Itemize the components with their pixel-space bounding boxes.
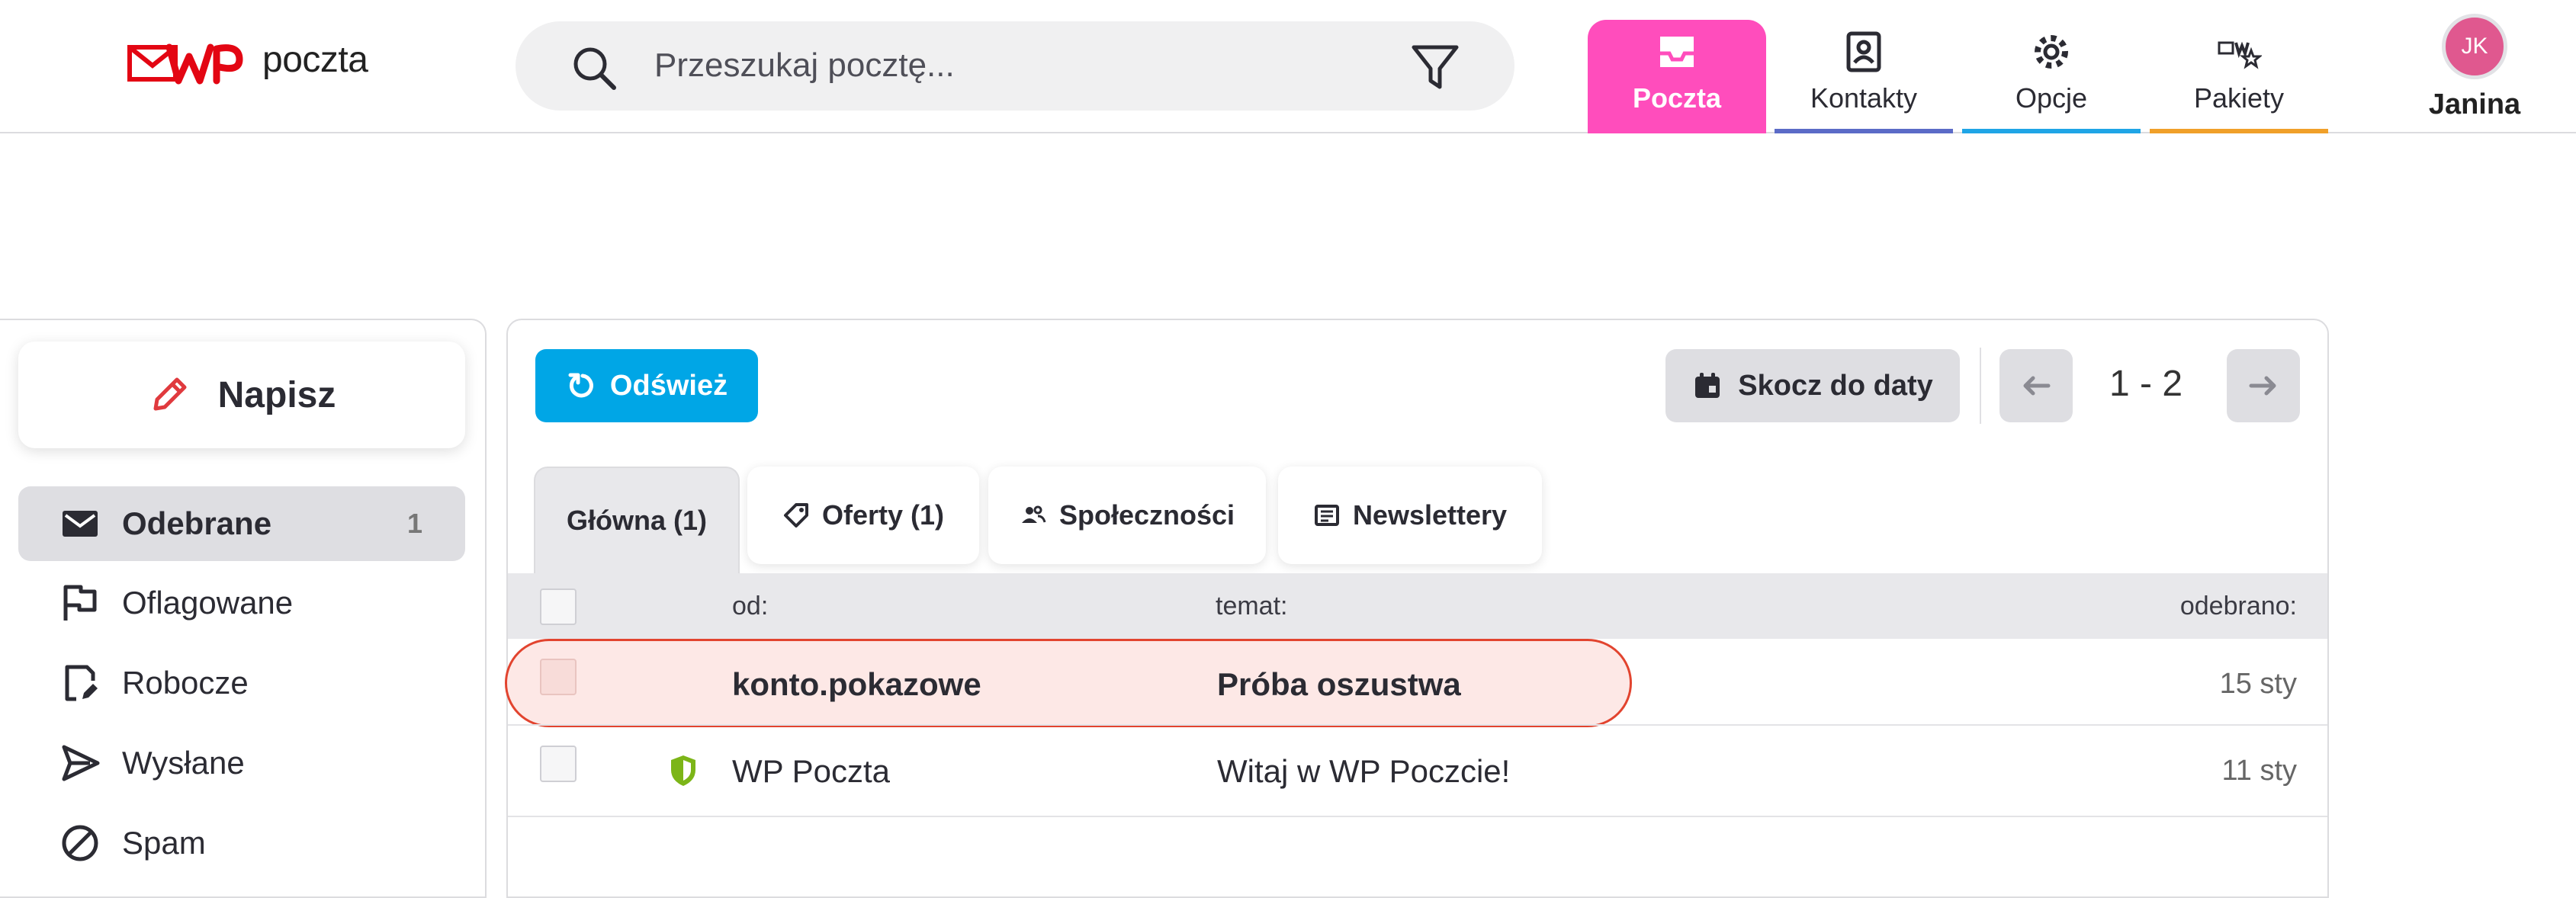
- table-row[interactable]: konto.pokazowe Próba oszustwa 15 sty: [505, 639, 2327, 727]
- filter-icon[interactable]: [1409, 41, 1461, 93]
- arrow-left-icon: [2023, 376, 2051, 396]
- folder-wyslane[interactable]: Wysłane: [18, 726, 465, 800]
- tab-spolecznosci[interactable]: Społeczności: [988, 467, 1266, 564]
- row-checkbox[interactable]: [540, 659, 577, 695]
- column-subject: temat:: [1216, 592, 1288, 621]
- column-from: od:: [732, 592, 769, 621]
- tab-label: Newslettery: [1352, 499, 1508, 531]
- folder-odebrane[interactable]: Odebrane 1: [18, 486, 465, 561]
- pencil-icon: [153, 377, 187, 411]
- nav-tab-underline: [2150, 129, 2328, 133]
- compose-button[interactable]: Napisz: [18, 342, 465, 448]
- people-icon: [1021, 505, 1046, 523]
- phishing-highlight: [505, 639, 1632, 727]
- row-date: 15 sty: [2219, 668, 2297, 700]
- folder-label: Odebrane: [122, 505, 272, 541]
- nav-tab-underline: [1775, 129, 1953, 133]
- wp-poczta-logo[interactable]: poczta: [125, 37, 368, 90]
- nav-tab-label: Opcje: [2015, 82, 2088, 114]
- user-name: Janina: [2428, 88, 2521, 120]
- sidebar: Napisz Odebrane 1 Oflagowane Robocze Wys…: [0, 319, 487, 898]
- jump-to-date-button[interactable]: Skocz do daty: [1665, 349, 1960, 422]
- folder-label: Oflagowane: [122, 585, 294, 621]
- calendar-icon: [1695, 373, 1720, 398]
- flag-icon: [63, 585, 97, 621]
- arrow-right-icon: [2249, 376, 2276, 396]
- nav-tab-underline: [1962, 129, 2141, 133]
- table-row[interactable]: WP Poczta Witaj w WP Poczcie! 11 sty: [508, 727, 2327, 814]
- tab-label: Społeczności: [1058, 499, 1235, 531]
- tab-oferty[interactable]: Oferty (1): [747, 467, 979, 564]
- unread-count: 1: [406, 508, 422, 539]
- jump-to-date-label: Skocz do daty: [1738, 369, 1933, 402]
- row-subject: Witaj w WP Poczcie!: [1217, 753, 1511, 789]
- inbox-icon: [1660, 37, 1694, 67]
- refresh-icon: [568, 373, 593, 398]
- row-divider: [508, 724, 2327, 726]
- tab-glowna[interactable]: Główna (1): [534, 467, 740, 573]
- page-range: 1 - 2: [2109, 364, 2183, 404]
- envelope-icon: [63, 511, 98, 537]
- logo-text: poczta: [262, 39, 368, 80]
- gear-icon: [2035, 35, 2068, 69]
- tab-label: Oferty (1): [821, 499, 945, 531]
- nav-tab-label: Pakiety: [2193, 82, 2285, 114]
- search-bar[interactable]: [516, 21, 1514, 111]
- nav-tab-label: Kontakty: [1810, 82, 1918, 114]
- row-divider: [508, 816, 2327, 817]
- prev-page-button[interactable]: [1999, 349, 2073, 422]
- search-input[interactable]: [654, 40, 1341, 91]
- row-subject: Próba oszustwa: [1217, 666, 1461, 702]
- verified-shield-icon: [671, 755, 695, 786]
- nav-tab-pakiety[interactable]: Pakiety: [2150, 20, 2328, 133]
- avatar[interactable]: JK: [2442, 14, 2507, 79]
- newspaper-icon: [1314, 505, 1339, 526]
- folder-oflagowane[interactable]: Oflagowane: [18, 566, 465, 640]
- folder-spam[interactable]: Spam: [18, 806, 465, 880]
- tab-newslettery[interactable]: Newslettery: [1278, 467, 1542, 564]
- row-checkbox[interactable]: [540, 746, 577, 782]
- next-page-button[interactable]: [2227, 349, 2300, 422]
- draft-icon: [65, 665, 98, 701]
- contacts-icon: [1846, 31, 1881, 72]
- nav-tab-poczta[interactable]: Poczta: [1588, 20, 1766, 133]
- nav-tab-opcje[interactable]: Opcje: [1962, 20, 2141, 133]
- send-icon: [62, 745, 100, 781]
- top-bar: poczta Poczta Kontakty Opcje Pakiety JK …: [0, 0, 2576, 133]
- refresh-button[interactable]: Odśwież: [535, 349, 758, 422]
- wp-logo-icon: [127, 43, 243, 85]
- column-received: odebrano:: [2179, 592, 2297, 621]
- folder-label: Wysłane: [122, 745, 245, 781]
- folder-robocze[interactable]: Robocze: [18, 646, 465, 720]
- user-menu[interactable]: JK Janina: [2429, 14, 2520, 128]
- tab-label: Główna (1): [566, 505, 707, 536]
- nav-tab-label: Poczta: [1632, 82, 1722, 114]
- toolbar-divider: [1980, 348, 1981, 424]
- select-all-checkbox[interactable]: [540, 589, 577, 625]
- compose-label: Napisz: [217, 374, 336, 415]
- mail-list-panel: Odśwież Skocz do daty 1 - 2 Główna (1) O…: [505, 319, 2329, 898]
- nav-tab-kontakty[interactable]: Kontakty: [1775, 20, 1953, 133]
- row-sender: konto.pokazowe: [732, 666, 981, 702]
- row-sender: WP Poczta: [732, 753, 890, 789]
- spam-icon: [62, 825, 98, 861]
- table-header: od: temat: odebrano:: [508, 573, 2327, 639]
- search-icon[interactable]: [570, 44, 618, 91]
- tag-icon: [783, 503, 808, 528]
- refresh-label: Odśwież: [609, 369, 728, 402]
- row-date: 11 sty: [2221, 755, 2297, 787]
- folder-label: Spam: [122, 825, 206, 861]
- folder-label: Robocze: [122, 665, 249, 701]
- packages-icon: [2218, 41, 2262, 69]
